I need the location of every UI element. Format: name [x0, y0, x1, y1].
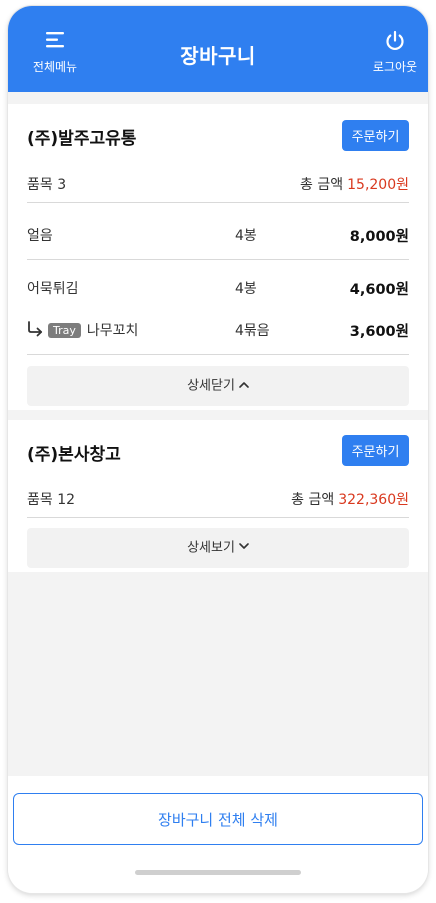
sub-item-name: Tray 나무꼬치: [27, 320, 138, 341]
supplier-name: (주)본사창고: [27, 445, 121, 465]
toggle-label: 상세닫기: [187, 378, 235, 394]
item-price: 8,000원: [349, 229, 409, 245]
tray-badge: Tray: [48, 322, 81, 338]
item-price: 4,600원: [349, 282, 409, 298]
order-button[interactable]: 주문하기: [342, 435, 409, 466]
list-item: Tray 나무꼬치 4묶음 3,600원: [27, 320, 409, 340]
detail-toggle-button[interactable]: 상세닫기: [27, 366, 409, 406]
logout-button[interactable]: 로그아웃: [355, 30, 428, 75]
home-indicator: [135, 870, 301, 875]
total-value: 322,360원: [338, 492, 409, 508]
list-item: 어묵튀김 4봉 4,600원: [27, 278, 409, 298]
item-count: 품목 12: [27, 492, 76, 508]
divider: [27, 202, 409, 203]
order-summary: 품목 3 총 금액 15,200원: [27, 174, 409, 194]
total-label: 총 금액: [291, 492, 335, 508]
toggle-label: 상세보기: [187, 540, 235, 556]
item-name: 나무꼬치: [86, 323, 139, 339]
total-amount: 총 금액 322,360원: [291, 489, 409, 509]
order-button[interactable]: 주문하기: [342, 120, 409, 151]
list-item: 얼음 4봉 8,000원: [27, 225, 409, 245]
app-header: 전체메뉴 장바구니 로그아웃: [8, 6, 428, 92]
logout-label: 로그아웃: [372, 60, 418, 74]
app-screen: 전체메뉴 장바구니 로그아웃 (주)발주고유통 주문하기 품목 3 총 금액 15…: [8, 6, 428, 893]
supplier-card: (주)발주고유통 주문하기 품목 3 총 금액 15,200원 얼음 4봉 8,0…: [8, 104, 428, 410]
item-name: 어묵튀김: [27, 281, 79, 297]
item-count: 품목 3: [27, 177, 67, 193]
item-name: 얼음: [27, 228, 53, 244]
item-qty: 4봉: [235, 228, 257, 244]
order-summary: 품목 12 총 금액 322,360원: [27, 489, 409, 509]
divider: [27, 354, 409, 355]
supplier-name: (주)발주고유통: [27, 129, 137, 149]
item-qty: 4봉: [235, 281, 257, 297]
power-icon: [355, 30, 428, 52]
item-qty: 4묶음: [235, 323, 270, 339]
chevron-down-icon: [239, 527, 249, 567]
bottom-bar: 장바구니 전체 삭제: [8, 776, 428, 893]
total-label: 총 금액: [300, 177, 344, 193]
total-value: 15,200원: [347, 177, 409, 193]
total-amount: 총 금액 15,200원: [300, 174, 409, 194]
divider: [27, 259, 409, 260]
supplier-card: (주)본사창고 주문하기 품목 12 총 금액 322,360원 상세보기: [8, 420, 428, 572]
item-price: 3,600원: [349, 324, 409, 340]
chevron-up-icon: [239, 365, 249, 405]
delete-all-button[interactable]: 장바구니 전체 삭제: [13, 793, 423, 845]
sub-item-arrow-icon: [27, 321, 44, 341]
divider: [27, 517, 409, 518]
detail-toggle-button[interactable]: 상세보기: [27, 528, 409, 568]
